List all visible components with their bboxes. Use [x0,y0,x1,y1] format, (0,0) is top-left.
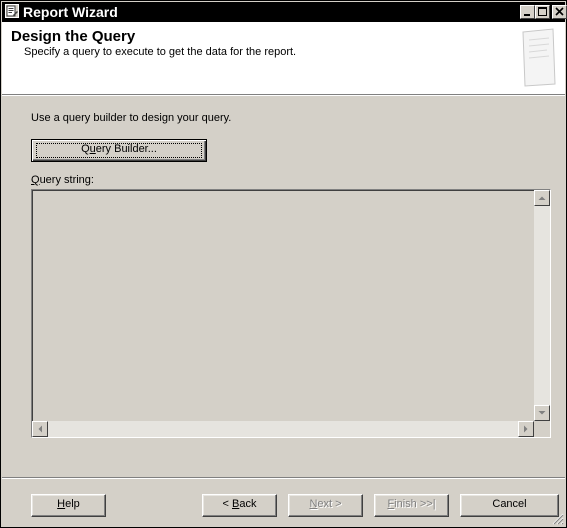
query-string-textarea[interactable] [31,189,551,438]
minimize-icon [524,14,530,16]
arrow-left-icon [38,425,42,433]
arrow-right-icon [524,425,528,433]
close-icon [555,7,564,16]
scrollbar-corner [534,421,550,437]
query-builder-button[interactable]: Query Builder... [31,139,207,162]
scroll-down-button[interactable] [534,405,550,421]
query-string-label: Query string: [31,174,94,186]
arrow-down-icon [538,411,546,415]
minimize-button[interactable] [520,5,535,19]
cancel-button[interactable]: Cancel [460,494,559,517]
query-string-input[interactable] [32,190,550,437]
page-title: Design the Query [11,28,136,45]
arrow-up-icon [538,196,546,200]
report-wizard-window: Report Wizard Design the Query Specify a… [0,0,567,528]
scroll-left-button[interactable] [32,421,48,437]
back-button[interactable]: < Back [202,494,277,517]
focus-rectangle [36,143,202,158]
footer-divider-highlight [2,478,565,479]
resize-grip-icon[interactable] [552,513,564,525]
maximize-button[interactable] [535,5,550,19]
report-wizard-icon [5,4,19,18]
instruction-text: Use a query builder to design your query… [31,112,232,124]
scroll-right-button[interactable] [518,421,534,437]
page-subtitle: Specify a query to execute to get the da… [24,46,297,58]
window-title: Report Wizard [23,4,118,20]
close-button[interactable] [552,5,567,19]
report-document-graphic [522,28,556,87]
title-bar[interactable]: Report Wizard [2,2,567,22]
help-button[interactable]: Help [31,494,106,517]
header-divider-highlight [2,95,565,96]
horizontal-scrollbar[interactable] [32,421,534,437]
finish-button[interactable]: Finish >>| [374,494,449,517]
scroll-up-button[interactable] [534,190,550,206]
maximize-icon [538,7,547,16]
wizard-header: Design the Query Specify a query to exec… [2,22,565,94]
vertical-scrollbar[interactable] [534,190,550,421]
next-button[interactable]: Next > [288,494,363,517]
